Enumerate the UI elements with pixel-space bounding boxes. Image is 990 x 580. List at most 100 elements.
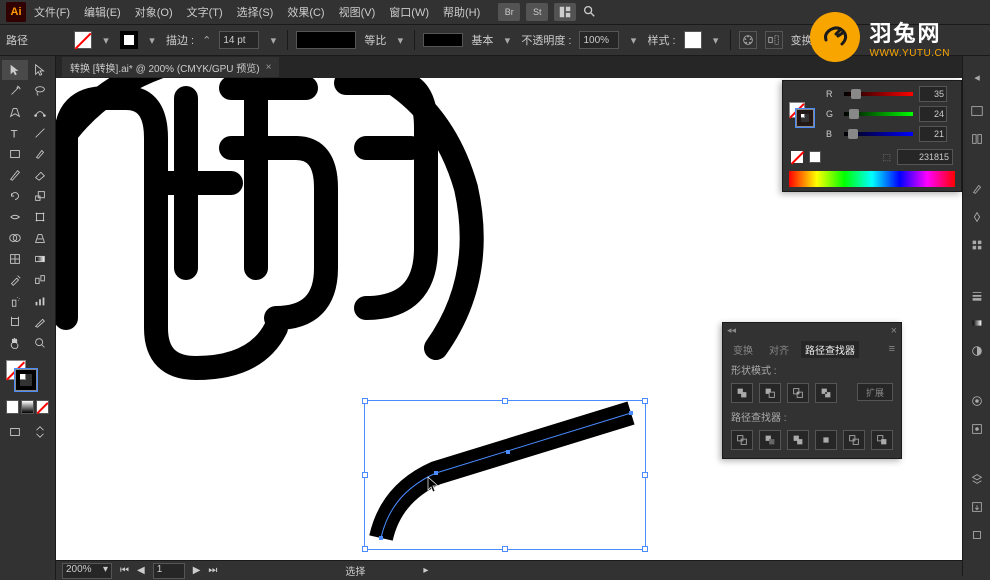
selection-tool[interactable] xyxy=(2,60,28,80)
artboard-tool[interactable] xyxy=(2,312,28,332)
bb-handle-bc[interactable] xyxy=(502,546,508,552)
panel-dock-icon[interactable]: ◂◂ xyxy=(727,325,736,337)
minus-back-button[interactable] xyxy=(871,430,893,450)
graph-tool[interactable] xyxy=(28,291,54,311)
symbols-panel-icon[interactable] xyxy=(966,206,988,228)
artboards-panel-icon[interactable] xyxy=(966,524,988,546)
menu-select[interactable]: 选择(S) xyxy=(231,1,280,23)
artboard-nav-next-last[interactable]: ⏭ xyxy=(208,565,217,576)
crop-button[interactable] xyxy=(815,430,837,450)
menu-window[interactable]: 窗口(W) xyxy=(383,1,435,23)
stroke-panel-icon[interactable] xyxy=(966,284,988,306)
brushes-panel-icon[interactable] xyxy=(966,178,988,200)
mesh-tool[interactable] xyxy=(2,249,28,269)
shaper-tool[interactable] xyxy=(2,165,28,185)
layers-panel-icon[interactable] xyxy=(966,468,988,490)
brush-dropdown[interactable]: ▾ xyxy=(501,34,513,46)
white-swatch-small[interactable] xyxy=(809,151,821,163)
libraries-panel-icon[interactable] xyxy=(966,128,988,150)
blend-tool[interactable] xyxy=(28,270,54,290)
stock-button[interactable]: St xyxy=(526,3,548,21)
hand-tool[interactable] xyxy=(2,333,28,353)
bb-handle-mr[interactable] xyxy=(642,472,648,478)
rectangle-tool[interactable] xyxy=(2,144,28,164)
none-swatch-small[interactable] xyxy=(791,151,803,163)
tab-transform[interactable]: 变换 xyxy=(729,341,757,358)
menu-view[interactable]: 视图(V) xyxy=(333,1,382,23)
artboard-nav-prev[interactable]: ◀ xyxy=(137,565,145,576)
gradient-panel-icon[interactable] xyxy=(966,312,988,334)
fill-stroke-control[interactable] xyxy=(2,354,53,396)
divide-button[interactable] xyxy=(731,430,753,450)
menu-edit[interactable]: 编辑(E) xyxy=(78,1,127,23)
minus-front-button[interactable] xyxy=(759,383,781,403)
direct-selection-tool[interactable] xyxy=(28,60,54,80)
panel-menu-icon[interactable]: ≡ xyxy=(889,343,895,355)
panel-close-button[interactable]: × xyxy=(891,325,897,337)
arrange-documents-button[interactable] xyxy=(554,3,576,21)
exclude-button[interactable] xyxy=(815,383,837,403)
artboard-nav-prev-first[interactable]: ⏮ xyxy=(120,565,129,576)
appearance-panel-icon[interactable] xyxy=(966,390,988,412)
align-panel-button[interactable] xyxy=(765,31,783,49)
eraser-tool[interactable] xyxy=(28,165,54,185)
stroke-decrease[interactable]: ⌃ xyxy=(202,34,211,47)
menu-effect[interactable]: 效果(C) xyxy=(281,1,330,23)
opacity-input[interactable]: 100% xyxy=(579,31,619,49)
menu-help[interactable]: 帮助(H) xyxy=(437,1,486,23)
screen-mode-toggle[interactable] xyxy=(28,422,54,442)
rotate-tool[interactable] xyxy=(2,186,28,206)
trim-button[interactable] xyxy=(759,430,781,450)
stroke-weight-dropdown[interactable]: ▾ xyxy=(267,34,279,46)
style-dropdown[interactable]: ▾ xyxy=(710,34,722,46)
free-transform-tool[interactable] xyxy=(28,207,54,227)
color-mode-button[interactable] xyxy=(6,400,19,414)
transparency-panel-icon[interactable] xyxy=(966,340,988,362)
bb-handle-tl[interactable] xyxy=(362,398,368,404)
expand-button[interactable]: 扩展 xyxy=(857,383,893,401)
line-tool[interactable] xyxy=(28,123,54,143)
selection-bounding-box[interactable] xyxy=(364,400,646,550)
scale-tool[interactable] xyxy=(28,186,54,206)
stroke-swatch[interactable] xyxy=(120,31,138,49)
opacity-dropdown[interactable]: ▾ xyxy=(627,34,639,46)
bb-handle-br[interactable] xyxy=(642,546,648,552)
graphic-styles-panel-icon[interactable] xyxy=(966,418,988,440)
color-r-slider[interactable] xyxy=(844,88,913,100)
properties-panel-icon[interactable] xyxy=(966,100,988,122)
none-mode-button[interactable] xyxy=(36,400,49,414)
tab-align[interactable]: 对齐 xyxy=(765,341,793,358)
magic-wand-tool[interactable] xyxy=(2,81,28,101)
asset-export-panel-icon[interactable] xyxy=(966,496,988,518)
intersect-button[interactable] xyxy=(787,383,809,403)
document-tab[interactable]: 转换 [转换].ai* @ 200% (CMYK/GPU 预览) × xyxy=(62,57,279,77)
artboard-number[interactable]: 1 xyxy=(153,563,185,579)
zoom-tool[interactable] xyxy=(28,333,54,353)
lasso-tool[interactable] xyxy=(28,81,54,101)
stroke-profile[interactable] xyxy=(296,31,356,49)
color-g-value[interactable]: 24 xyxy=(919,106,947,122)
curvature-tool[interactable] xyxy=(28,102,54,122)
menu-type[interactable]: 文字(T) xyxy=(181,1,229,23)
stroke-profile-dropdown[interactable]: ▾ xyxy=(394,34,406,46)
dock-toggle-arrow[interactable]: ◂ xyxy=(966,66,988,88)
shape-builder-tool[interactable] xyxy=(2,228,28,248)
width-tool[interactable] xyxy=(2,207,28,227)
hex-input[interactable]: 231815 xyxy=(897,149,953,165)
bb-handle-tr[interactable] xyxy=(642,398,648,404)
menu-file[interactable]: 文件(F) xyxy=(28,1,76,23)
slice-tool[interactable] xyxy=(28,312,54,332)
color-panel-stroke[interactable] xyxy=(797,110,813,126)
graphic-style-swatch[interactable] xyxy=(684,31,702,49)
recolor-artwork-button[interactable] xyxy=(739,31,757,49)
color-b-value[interactable]: 21 xyxy=(919,126,947,142)
gradient-tool[interactable] xyxy=(28,249,54,269)
eyedropper-tool[interactable] xyxy=(2,270,28,290)
bridge-button[interactable]: Br xyxy=(498,3,520,21)
bb-handle-tc[interactable] xyxy=(502,398,508,404)
fill-swatch[interactable] xyxy=(74,31,92,49)
color-b-slider[interactable] xyxy=(844,128,913,140)
color-g-slider[interactable] xyxy=(844,108,913,120)
zoom-select[interactable]: 200% ▾ xyxy=(62,563,112,579)
search-button[interactable] xyxy=(582,4,596,21)
